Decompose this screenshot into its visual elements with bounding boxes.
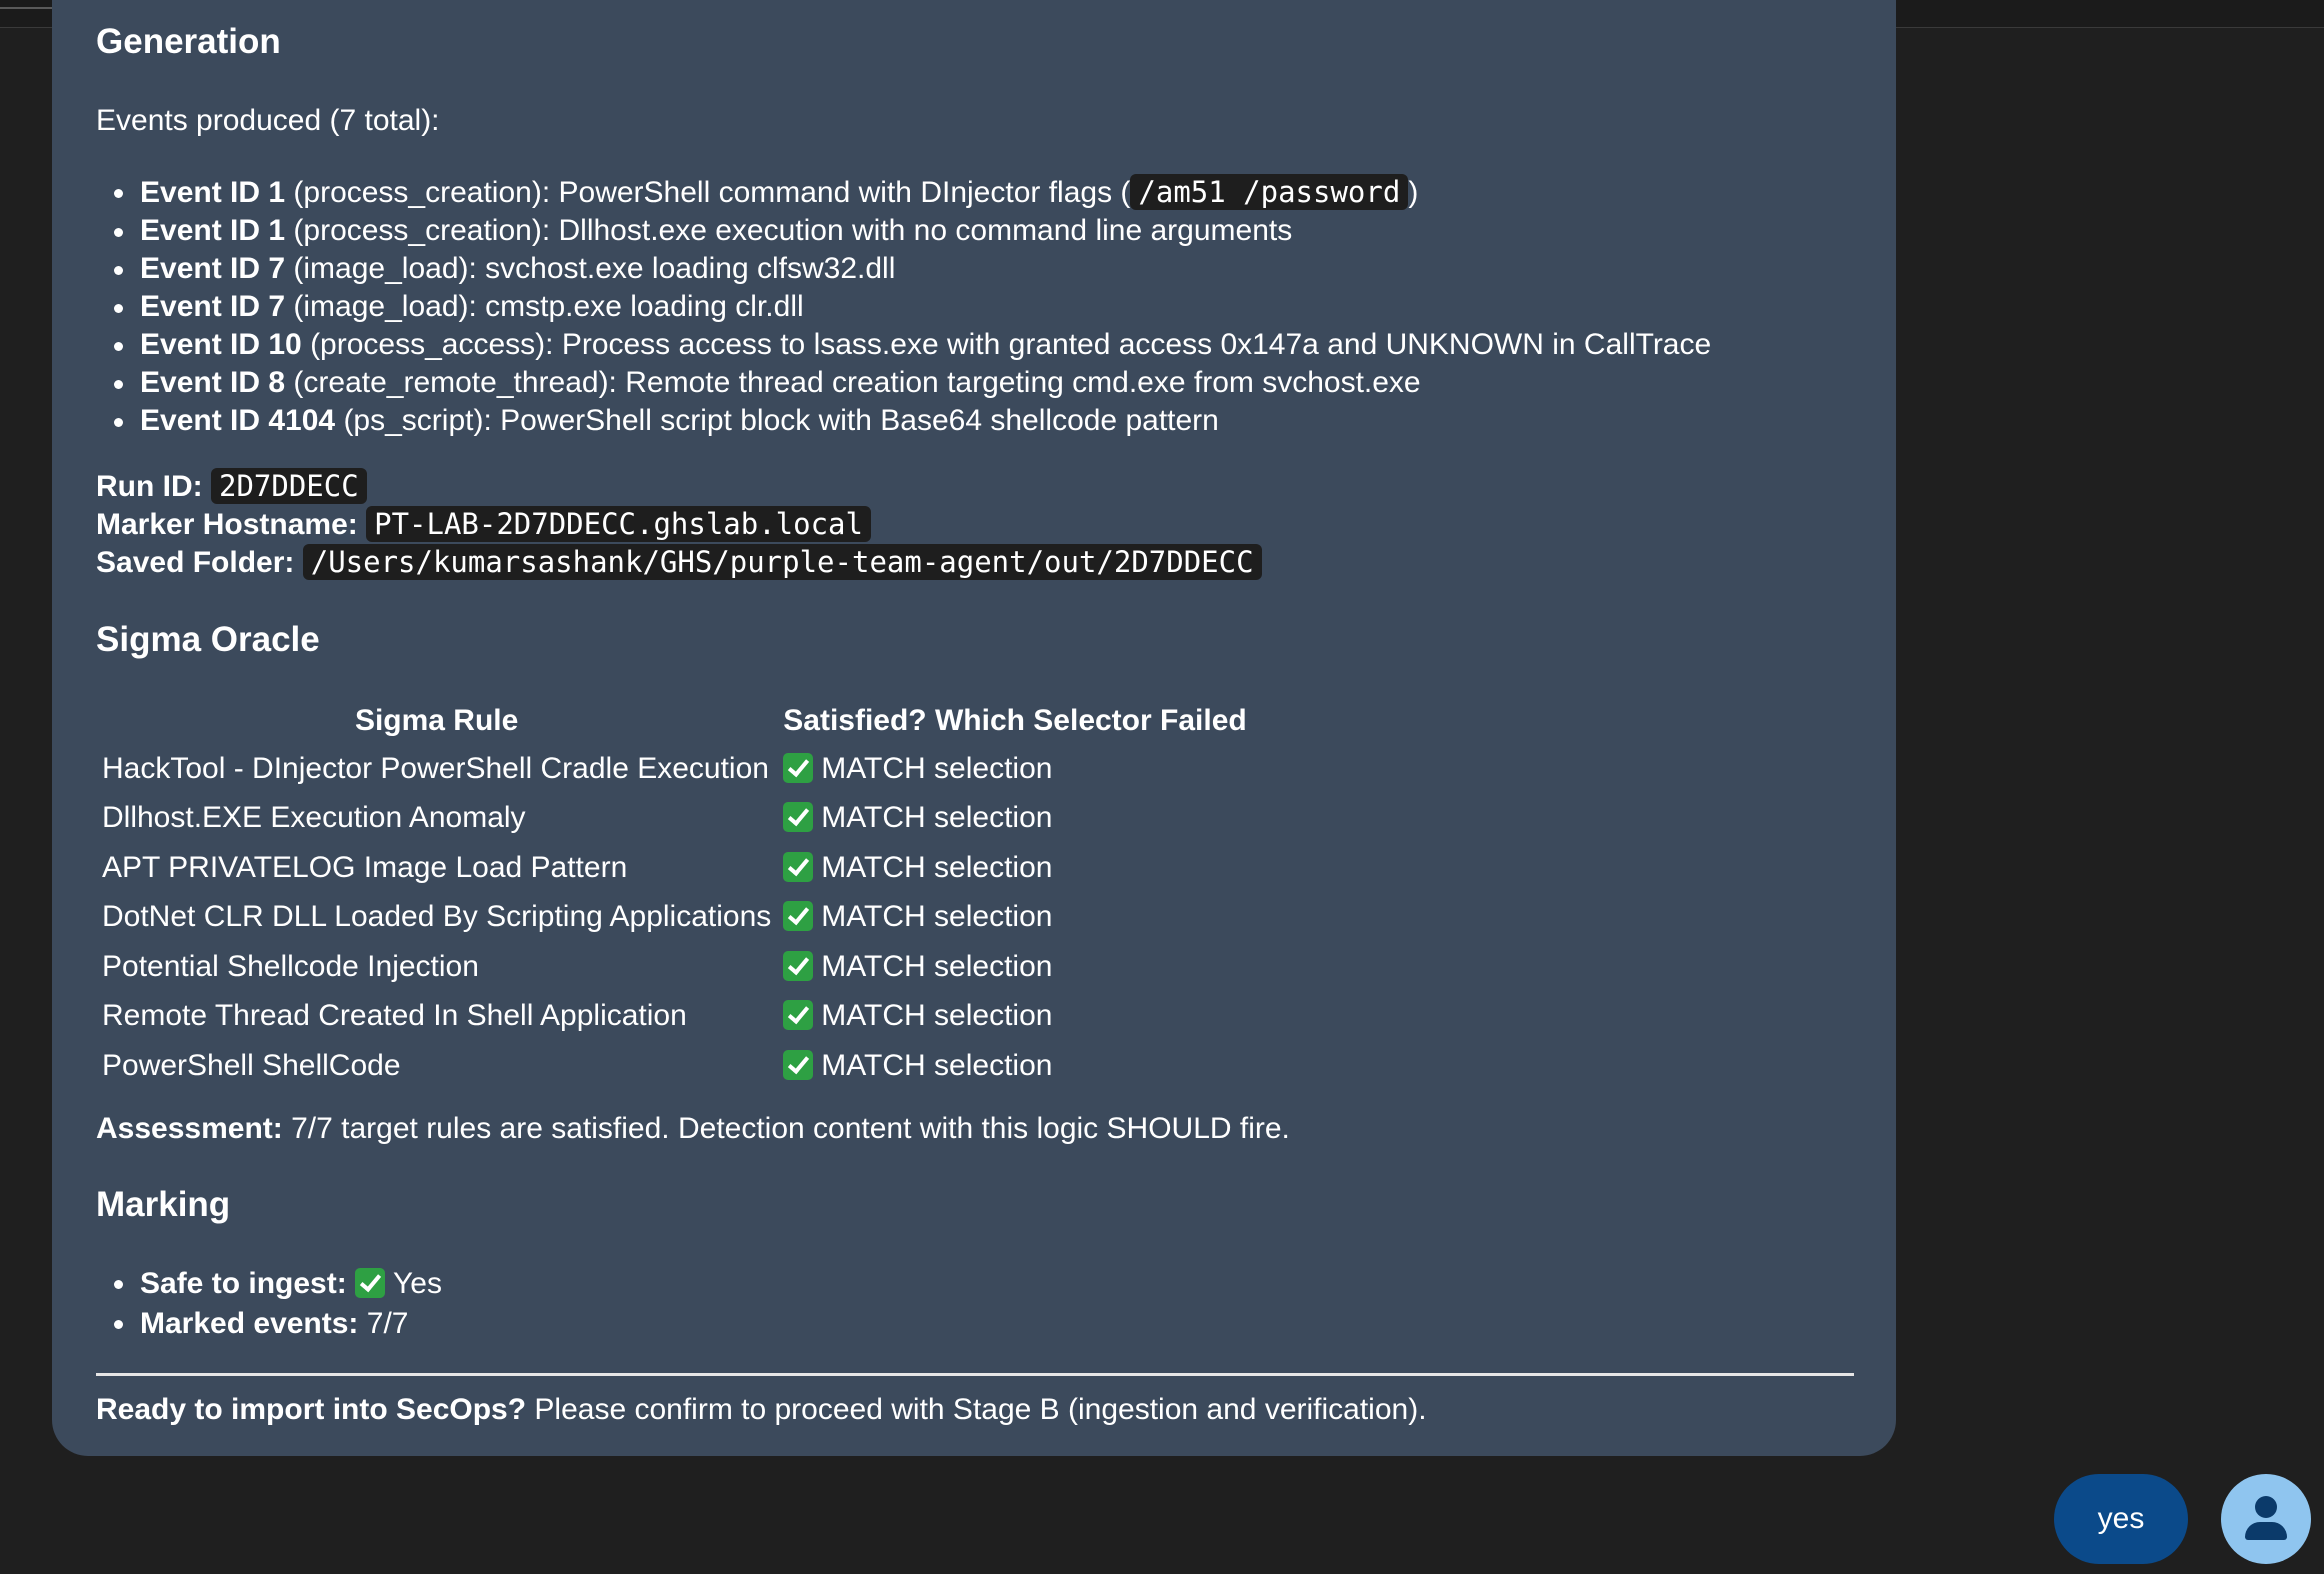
marking-list: Safe to ingest: Yes Marked events: 7/7: [114, 1264, 442, 1344]
table-row: Dllhost.EXE Execution Anomaly MATCH sele…: [96, 794, 1253, 844]
list-item: Event ID 4104 (ps_script): PowerShell sc…: [114, 402, 1711, 440]
user-reply-bubble[interactable]: yes: [2054, 1474, 2188, 1564]
rule-name: Dllhost.EXE Execution Anomaly: [102, 801, 526, 835]
list-item: Event ID 7 (image_load): cmstp.exe loadi…: [114, 288, 1711, 326]
marking-heading: Marking: [96, 1185, 231, 1224]
rule-name: Potential Shellcode Injection: [102, 949, 479, 983]
rule-status: MATCH selection: [777, 893, 1252, 943]
list-item: Event ID 8 (create_remote_thread): Remot…: [114, 364, 1711, 402]
rule-status: MATCH selection: [777, 942, 1252, 992]
list-item: Event ID 10 (process_access): Process ac…: [114, 326, 1711, 364]
saved-folder-line: Saved Folder: /Users/kumarsashank/GHS/pu…: [96, 543, 1262, 582]
table-row: HackTool - DInjector PowerShell Cradle E…: [96, 744, 1253, 794]
rule-name: DotNet CLR DLL Loaded By Scripting Appli…: [102, 900, 772, 934]
rule-status: MATCH selection: [777, 992, 1252, 1042]
run-id-line: Run ID: 2D7DDECC: [96, 467, 367, 506]
sigma-table: Sigma Rule Satisfied? Which Selector Fai…: [96, 698, 1253, 1091]
generation-heading: Generation: [96, 22, 281, 61]
rule-status: MATCH selection: [777, 1041, 1252, 1091]
sigma-heading: Sigma Oracle: [96, 620, 320, 659]
list-item: Event ID 7 (image_load): svchost.exe loa…: [114, 250, 1711, 288]
table-row: PowerShell ShellCode MATCH selection: [96, 1041, 1253, 1091]
list-item: Marked events: 7/7: [114, 1304, 442, 1344]
events-summary: Events produced (7 total):: [96, 104, 440, 137]
list-item: Event ID 1 (process_creation): PowerShel…: [114, 173, 1711, 212]
run-id-value: 2D7DDECC: [210, 468, 367, 504]
hostname-line: Marker Hostname: PT-LAB-2D7DDECC.ghslab.…: [96, 505, 871, 544]
rule-status: MATCH selection: [777, 794, 1252, 844]
table-row: Potential Shellcode Injection MATCH sele…: [96, 942, 1253, 992]
check-mark-icon: [783, 752, 814, 783]
column-header-status: Satisfied? Which Selector Failed: [783, 704, 1247, 737]
user-avatar[interactable]: [2221, 1474, 2311, 1564]
rule-name: APT PRIVATELOG Image Load Pattern: [102, 850, 628, 884]
rule-name: PowerShell ShellCode: [102, 1048, 401, 1082]
rule-name: HackTool - DInjector PowerShell Cradle E…: [102, 751, 769, 785]
table-header-row: Sigma Rule Satisfied? Which Selector Fai…: [96, 698, 1253, 744]
hostname-value: PT-LAB-2D7DDECC.ghslab.local: [366, 506, 871, 542]
column-header-rule: Sigma Rule: [354, 704, 519, 737]
check-mark-icon: [783, 851, 814, 882]
list-item: Event ID 1 (process_creation): Dllhost.e…: [114, 212, 1711, 250]
table-row: APT PRIVATELOG Image Load Pattern MATCH …: [96, 843, 1253, 893]
check-mark-icon: [783, 950, 814, 981]
rule-name: Remote Thread Created In Shell Applicati…: [102, 999, 687, 1033]
list-item: Safe to ingest: Yes: [114, 1264, 442, 1304]
table-row: DotNet CLR DLL Loaded By Scripting Appli…: [96, 893, 1253, 943]
check-mark-icon: [783, 1000, 814, 1031]
check-mark-icon: [355, 1268, 386, 1298]
check-mark-icon: [783, 901, 814, 932]
assessment-line: Assessment: 7/7 target rules are satisfi…: [96, 1112, 1290, 1145]
rule-status: MATCH selection: [777, 843, 1252, 893]
divider: [96, 1373, 1854, 1376]
events-list: Event ID 1 (process_creation): PowerShel…: [114, 173, 1711, 440]
confirm-prompt: Ready to import into SecOps? Please conf…: [96, 1393, 1427, 1426]
table-row: Remote Thread Created In Shell Applicati…: [96, 992, 1253, 1042]
saved-folder-value: /Users/kumarsashank/GHS/purple-team-agen…: [302, 544, 1262, 580]
inline-code: /am51 /password: [1130, 174, 1409, 210]
assistant-message-card: Generation Events produced (7 total): Ev…: [52, 0, 1896, 1456]
check-mark-icon: [783, 1049, 814, 1080]
rule-status: MATCH selection: [777, 744, 1252, 794]
check-mark-icon: [783, 802, 814, 833]
